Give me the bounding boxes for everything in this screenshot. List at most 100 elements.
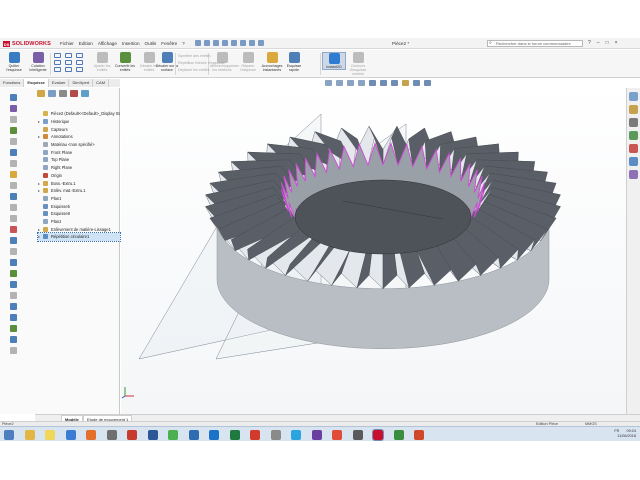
shortcut-tool-icon[interactable]	[10, 336, 17, 343]
shortcut-tool-icon[interactable]	[10, 138, 17, 145]
menu-item[interactable]: Outils	[145, 41, 157, 46]
undo-icon[interactable]	[231, 40, 237, 46]
tree-item[interactable]: ▸ Enlèvement de matière-Lissage1	[38, 225, 120, 233]
solidworks-icon[interactable]	[372, 429, 384, 441]
shortcut-tool-icon[interactable]	[10, 303, 17, 310]
tree-item[interactable]: ▸ Enlèv. mat.-Extru.1	[38, 187, 120, 195]
shortcut-tool-icon[interactable]	[10, 171, 17, 178]
tree-item[interactable]: Matériau <non spécifié>	[38, 141, 120, 149]
shortcut-tool-icon[interactable]	[10, 325, 17, 332]
tab-esquisse[interactable]: Esquisse	[24, 79, 49, 87]
tree-item[interactable]: Esquisse5	[38, 202, 120, 210]
shortcut-tool-icon[interactable]	[10, 94, 17, 101]
edit-appearance-icon[interactable]	[402, 80, 409, 86]
feature-manager-tab-icon[interactable]	[37, 90, 45, 97]
tree-item[interactable]: Origin	[38, 172, 120, 180]
explorer-icon[interactable]	[24, 430, 35, 440]
settings-icon[interactable]	[188, 430, 199, 440]
appearances-icon[interactable]	[629, 144, 638, 153]
instant2d-button[interactable]: Instant2D	[322, 52, 346, 70]
exit-sketch-button[interactable]: Quitter l'esquisse	[2, 52, 26, 72]
display-manager-tab-icon[interactable]	[81, 90, 89, 97]
graphics-area[interactable]	[121, 79, 626, 414]
spline-icon[interactable]	[54, 67, 61, 72]
tree-item[interactable]: Right Plane	[38, 164, 120, 172]
shortcut-tool-icon[interactable]	[10, 127, 17, 134]
maximize-icon[interactable]: □	[606, 40, 609, 46]
tree-item[interactable]: Pièce2 (Default<<Default>_Display Stat	[38, 110, 120, 118]
options-icon[interactable]	[258, 40, 264, 46]
shortcut-tool-icon[interactable]	[10, 314, 17, 321]
menu-item[interactable]: Fenêtre	[161, 41, 177, 46]
app-icon[interactable]	[270, 430, 281, 440]
menu-item[interactable]: Edition	[79, 41, 93, 46]
display-style-icon[interactable]	[380, 80, 387, 86]
tree-item[interactable]: Plan1	[38, 195, 120, 203]
fillet-icon[interactable]	[65, 67, 72, 72]
circle-icon[interactable]	[54, 60, 61, 65]
teamviewer-icon[interactable]	[209, 430, 219, 440]
chrome-2-icon[interactable]	[393, 430, 404, 440]
browser-icon[interactable]	[65, 430, 76, 440]
linear-pattern-label[interactable]: Répétition linéaire d'esquisse	[178, 61, 225, 65]
chrome-icon[interactable]	[168, 430, 178, 440]
zoom-to-fit-icon[interactable]	[325, 80, 332, 86]
shortcut-tool-icon[interactable]	[10, 116, 17, 123]
print-icon[interactable]	[222, 40, 228, 46]
custom-properties-icon[interactable]	[629, 157, 638, 166]
filezilla-icon[interactable]	[127, 430, 137, 440]
zoom-to-area-icon[interactable]	[336, 80, 343, 86]
opera-icon[interactable]	[250, 430, 260, 440]
convert-entities-button[interactable]: Convertir les entités	[113, 52, 137, 72]
open-icon[interactable]	[204, 40, 210, 46]
move-entities-label[interactable]: Déplacer les entités	[178, 68, 210, 72]
sticky-notes-icon[interactable]	[45, 430, 55, 440]
chrome-alt-icon[interactable]	[332, 430, 342, 440]
start-icon[interactable]	[4, 430, 14, 440]
gallery-icon[interactable]	[352, 430, 363, 440]
text-icon[interactable]	[76, 67, 83, 72]
menu-item[interactable]: Affichage	[98, 41, 117, 46]
tree-item[interactable]: ▸ Annotations	[38, 133, 120, 141]
excel-icon[interactable]	[229, 430, 240, 440]
apply-scene-icon[interactable]	[413, 80, 420, 86]
skype-icon[interactable]	[291, 430, 301, 440]
tab-dimxpert[interactable]: DimXpert	[69, 79, 94, 87]
calculator-icon[interactable]	[106, 430, 117, 440]
tree-item[interactable]: Plan2	[38, 218, 120, 226]
tree-item[interactable]: Front Plane	[38, 148, 120, 156]
tab-cam[interactable]: CAM	[93, 79, 110, 87]
tab-evaluer[interactable]: Evaluer	[49, 79, 70, 87]
select-icon[interactable]	[240, 40, 246, 46]
dimxpert-manager-tab-icon[interactable]	[70, 90, 78, 97]
3d-model-view[interactable]	[121, 79, 626, 414]
tree-item[interactable]: ▸ Boss.-Extru.1	[38, 179, 120, 187]
solidworks-resources-icon[interactable]	[629, 92, 638, 101]
tree-item[interactable]: ▸ Répétition circulaire1	[37, 232, 121, 242]
configuration-manager-tab-icon[interactable]	[59, 90, 67, 97]
view-palette-icon[interactable]	[629, 131, 638, 140]
tree-item[interactable]: ▸ Historique	[38, 118, 120, 126]
tab-fonctions[interactable]: Fonctions	[0, 79, 25, 87]
shortcut-tool-icon[interactable]	[10, 226, 17, 233]
tree-item[interactable]: Top Plane	[38, 156, 120, 164]
shortcut-tool-icon[interactable]	[10, 193, 17, 200]
section-view-icon[interactable]	[358, 80, 365, 86]
repair-sketch-button[interactable]: Réparer l'esquisse	[236, 52, 260, 72]
shortcut-tool-icon[interactable]	[10, 105, 17, 112]
mirror-entities-label[interactable]: Symétrie des entités	[178, 54, 211, 58]
shortcut-tool-icon[interactable]	[10, 160, 17, 167]
menu-item[interactable]: ?	[182, 41, 185, 46]
visual-studio-icon[interactable]	[311, 430, 322, 440]
rectangle-icon[interactable]	[65, 53, 72, 58]
shortcut-tool-icon[interactable]	[10, 237, 17, 244]
property-manager-tab-icon[interactable]	[48, 90, 56, 97]
shortcut-tool-icon[interactable]	[10, 182, 17, 189]
design-library-icon[interactable]	[629, 105, 638, 114]
hide-show-items-icon[interactable]	[391, 80, 398, 86]
solidworks-forum-icon[interactable]	[629, 170, 638, 179]
rapid-sketch-button[interactable]: Esquisse rapide	[282, 52, 306, 72]
view-settings-icon[interactable]	[424, 80, 431, 86]
word-icon[interactable]	[147, 430, 158, 440]
shortcut-tool-icon[interactable]	[10, 292, 17, 299]
